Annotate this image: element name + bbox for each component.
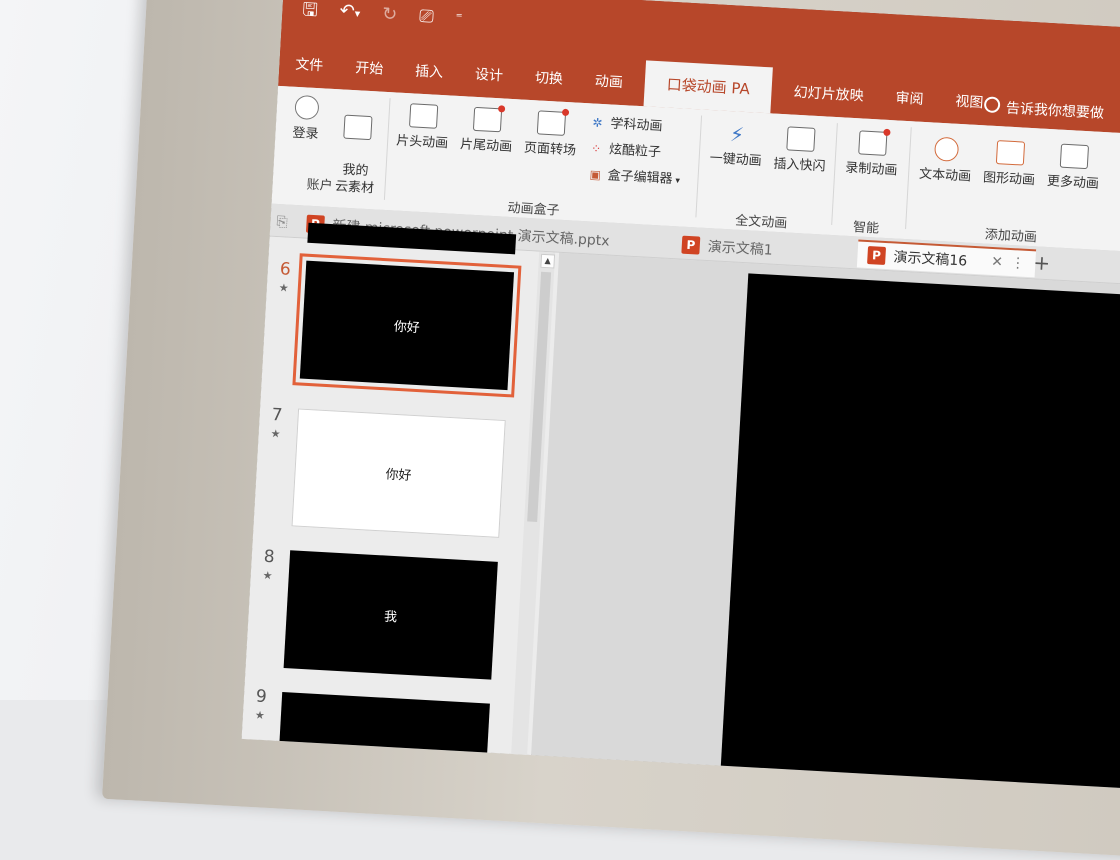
- ribbon-separator: [905, 127, 912, 230]
- slide-number: 8: [263, 546, 276, 568]
- star-shape-icon: [995, 140, 1026, 166]
- scroll-up-icon[interactable]: ▲: [540, 253, 556, 269]
- save-icon[interactable]: 🖫: [302, 0, 318, 21]
- sparkle-icon: ✲: [592, 115, 603, 130]
- tab-insert[interactable]: 插入: [398, 60, 460, 96]
- page-transition-button[interactable]: 页面转场: [519, 109, 584, 159]
- group-label-smart: 智能: [852, 220, 880, 237]
- quick-access-toolbar: 🖫 ↶▾ ↻ ⎚ ⁼: [302, 0, 463, 30]
- slide-number: 6: [279, 259, 292, 280]
- lightning-icon: ⚡: [729, 122, 745, 147]
- undo-icon[interactable]: ↶▾: [339, 0, 361, 24]
- opening-animation-label: 片头动画: [395, 133, 449, 152]
- animation-star-icon: ★: [270, 426, 281, 441]
- tab-design[interactable]: 设计: [458, 63, 520, 99]
- doc-tab-label: 演示文稿16: [893, 249, 968, 270]
- record-animation-button[interactable]: 录制动画: [840, 129, 905, 179]
- group-label-add-animation: 添加动画: [984, 227, 1038, 246]
- transition-icon: [536, 110, 567, 136]
- group-label-animation-box: 动画盒子: [507, 200, 560, 219]
- powerpoint-file-icon: P: [867, 246, 887, 265]
- ending-animation-label: 片尾动画: [459, 137, 513, 155]
- slide-thumbnail[interactable]: 你好: [291, 408, 506, 538]
- slide-thumbnail[interactable]: 我: [283, 550, 498, 680]
- tab-pocket-animation[interactable]: 口袋动画 PA: [643, 60, 774, 114]
- text-animation-label: 文本动画: [918, 166, 972, 185]
- more-animations-button[interactable]: 更多动画: [1041, 143, 1106, 193]
- editing-canvas: [530, 252, 1120, 790]
- one-key-animation-label: 一键动画: [709, 151, 763, 169]
- tab-animations[interactable]: 动画: [578, 70, 640, 106]
- record-screen-icon: [858, 130, 888, 156]
- powerpoint-window: 🖫 ↶▾ ↻ ⎚ ⁼ 文件 开始 插入 设计 切换 动画 口袋动画 PA 幻灯片…: [241, 0, 1120, 790]
- tab-home[interactable]: 开始: [338, 56, 400, 92]
- doc-tab-label: 演示文稿1: [707, 239, 774, 259]
- tab-review[interactable]: 审阅: [878, 86, 940, 122]
- clapper-icon: [472, 106, 503, 133]
- record-animation-label: 录制动画: [844, 160, 898, 179]
- slide-number: 7: [271, 405, 284, 426]
- powerpoint-file-icon: P: [681, 235, 701, 255]
- undo-dropdown-icon[interactable]: ▾: [354, 7, 360, 20]
- one-key-animation-button[interactable]: ⚡ 一键动画: [704, 122, 768, 170]
- box-icon: ▣: [589, 167, 602, 182]
- doc-tab-presentation1[interactable]: P 演示文稿1: [681, 232, 773, 263]
- slide-number: 9: [255, 686, 268, 708]
- document-edit-icon: [786, 126, 816, 152]
- box-editor-button[interactable]: ▣ 盒子编辑器 ▾: [589, 163, 680, 187]
- particles-label: 炫酷粒子: [608, 142, 662, 161]
- slide-thumbnail[interactable]: 你好: [292, 253, 522, 398]
- insert-flash-button[interactable]: 插入快闪: [768, 125, 833, 175]
- text-animation-button[interactable]: 文本动画: [914, 136, 979, 186]
- ribbon-separator: [831, 123, 838, 225]
- particles-icon: ⁘: [590, 141, 602, 156]
- shapes-grid-icon: [1059, 143, 1090, 170]
- add-tab-icon[interactable]: +: [1033, 250, 1051, 275]
- customize-qat-icon[interactable]: ⁼: [455, 9, 463, 29]
- login-button[interactable]: 登录: [283, 94, 330, 143]
- tab-file[interactable]: 文件: [278, 53, 340, 89]
- more-vertical-icon[interactable]: ⋮: [1010, 255, 1025, 272]
- current-slide[interactable]: [719, 273, 1120, 790]
- user-icon: [294, 94, 320, 121]
- page-transition-label: 页面转场: [523, 140, 577, 159]
- text-t-icon: [933, 136, 960, 162]
- shape-animation-button[interactable]: 图形动画: [978, 139, 1043, 189]
- film-play-icon: [408, 103, 439, 129]
- recent-files-icon[interactable]: ⎘: [276, 209, 289, 236]
- group-label-account: 账户: [306, 177, 333, 195]
- more-animations-label: 更多动画: [1046, 173, 1100, 192]
- ribbon-separator: [383, 98, 391, 200]
- close-icon[interactable]: ✕: [991, 254, 1004, 271]
- opening-animation-button[interactable]: 片头动画: [391, 102, 456, 152]
- redo-icon[interactable]: ↻: [382, 4, 398, 26]
- subject-animation-button[interactable]: ✲ 学科动画: [592, 111, 663, 134]
- cloud-assets-label: 我的 云素材: [334, 162, 375, 197]
- chevron-down-icon[interactable]: ▾: [675, 176, 680, 186]
- present-icon[interactable]: ⎚: [419, 6, 435, 28]
- tell-me-search[interactable]: 告诉我你想要做: [983, 95, 1104, 123]
- animation-star-icon: ★: [278, 281, 290, 295]
- tab-transitions[interactable]: 切换: [518, 66, 580, 102]
- subject-animation-label: 学科动画: [610, 116, 663, 135]
- search-icon: [983, 96, 1001, 114]
- insert-flash-label: 插入快闪: [773, 156, 826, 175]
- login-label: 登录: [292, 125, 319, 143]
- animation-star-icon: ★: [262, 568, 273, 583]
- cloud-folder-icon: [343, 114, 373, 141]
- tell-me-text: 告诉我你想要做: [1005, 100, 1105, 122]
- particles-button[interactable]: ⁘ 炫酷粒子: [591, 137, 662, 160]
- group-label-full-animation: 全文动画: [734, 213, 788, 232]
- ending-animation-button[interactable]: 片尾动画: [455, 106, 520, 156]
- ribbon-separator: [695, 115, 703, 218]
- box-editor-label: 盒子编辑器: [607, 168, 673, 187]
- cloud-assets-button[interactable]: 我的 云素材: [327, 97, 385, 215]
- slide-thumbnail-panel: 6 ★ 你好 7 ★ 你好 8 ★ 我 9 ★ ▲: [241, 222, 560, 790]
- shape-animation-label: 图形动画: [982, 170, 1036, 189]
- animation-star-icon: ★: [254, 708, 266, 723]
